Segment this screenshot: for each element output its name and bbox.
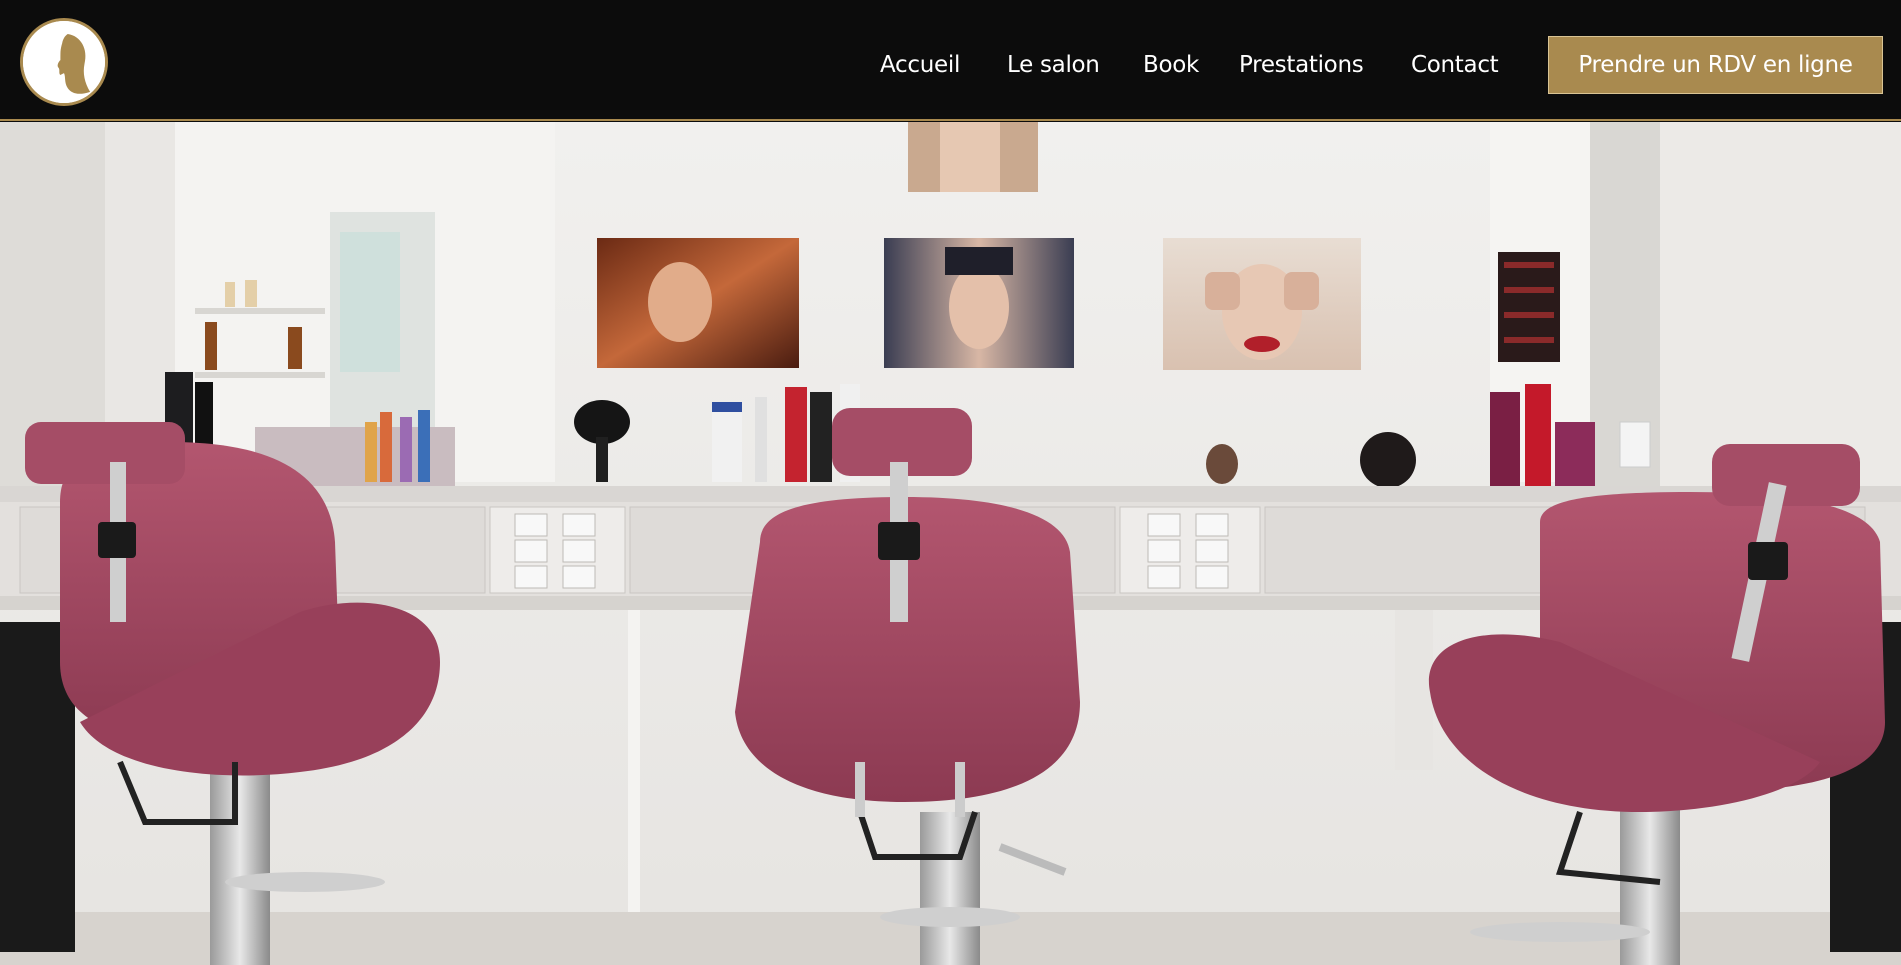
nav-item-prestations[interactable]: Prestations	[1239, 48, 1364, 82]
nav-item-book[interactable]: Book	[1143, 48, 1199, 82]
hero-salon-image	[0, 122, 1901, 965]
nav-item-accueil[interactable]: Accueil	[880, 48, 960, 82]
site-header: Accueil Le salon Book Prestations Contac…	[0, 0, 1901, 121]
salon-interior-illustration	[0, 122, 1901, 965]
nav-item-le-salon[interactable]: Le salon	[1007, 48, 1100, 82]
book-appointment-button[interactable]: Prendre un RDV en ligne	[1548, 36, 1883, 94]
nav-item-contact[interactable]: Contact	[1411, 48, 1499, 82]
